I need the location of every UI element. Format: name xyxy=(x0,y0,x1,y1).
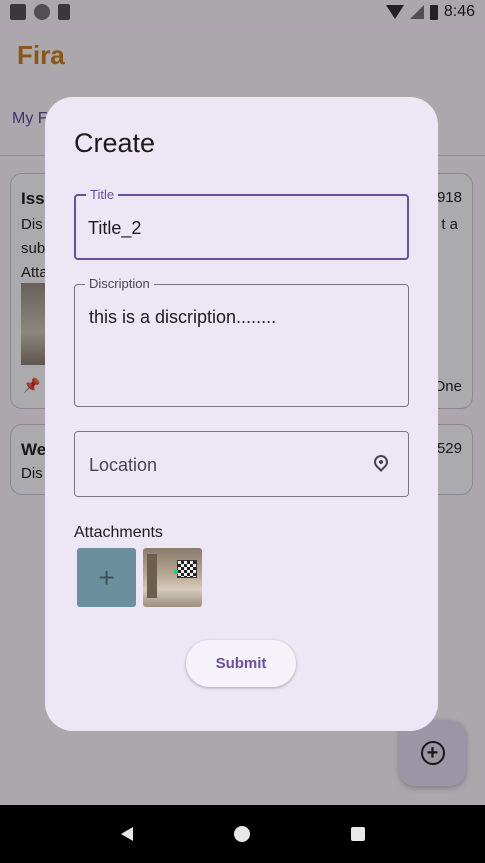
home-icon[interactable] xyxy=(233,826,250,842)
description-field[interactable]: Discription this is a discription.......… xyxy=(74,276,409,407)
create-dialog: Create Title Title_2 Discription this is… xyxy=(45,97,438,731)
description-field-label: Discription xyxy=(85,276,154,292)
title-field-label: Title xyxy=(86,187,119,203)
plus-icon: + xyxy=(98,561,115,593)
description-input[interactable]: this is a discription........ xyxy=(89,307,339,328)
dialog-title: Create xyxy=(74,128,156,158)
location-pin-icon[interactable] xyxy=(371,452,391,472)
title-field[interactable]: Title Title_2 xyxy=(74,187,409,260)
thumbnail-light xyxy=(174,570,178,574)
thumbnail-shelf xyxy=(147,554,157,598)
submit-button[interactable]: Submit xyxy=(186,640,296,687)
thumbnail-screen xyxy=(177,560,197,578)
attachments-label: Attachments xyxy=(74,524,163,541)
location-field[interactable]: Location xyxy=(74,431,409,497)
title-input[interactable]: Title_2 xyxy=(88,218,338,239)
add-attachment-button[interactable]: + xyxy=(77,548,136,607)
system-nav-bar xyxy=(0,805,485,863)
location-input[interactable]: Location xyxy=(89,455,339,476)
attachment-thumbnail[interactable] xyxy=(143,548,202,607)
back-icon[interactable] xyxy=(120,827,133,841)
recents-icon[interactable] xyxy=(350,827,365,841)
